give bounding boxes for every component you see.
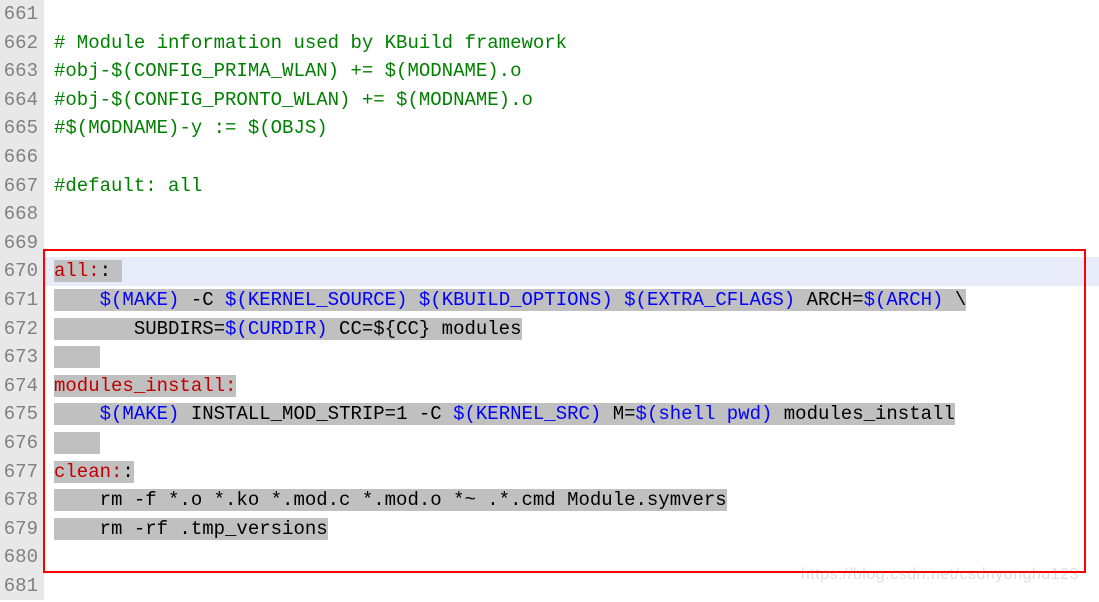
line-number: 679	[2, 515, 38, 544]
line-number: 680	[2, 543, 38, 572]
code-line[interactable]	[54, 0, 1099, 29]
indent	[54, 489, 100, 511]
code-token: $(KBUILD_OPTIONS)	[419, 289, 613, 311]
code-line[interactable]	[54, 229, 1099, 258]
code-line[interactable]: $(MAKE) INSTALL_MOD_STRIP=1 -C $(KERNEL_…	[54, 400, 1099, 429]
line-number: 678	[2, 486, 38, 515]
line-number: 664	[2, 86, 38, 115]
code-token: $(shell pwd)	[636, 403, 773, 425]
line-number: 671	[2, 286, 38, 315]
code-line[interactable]	[54, 343, 1099, 372]
code-line[interactable]: modules_install:	[54, 372, 1099, 401]
code-line[interactable]: SUBDIRS=$(CURDIR) CC=${CC} modules	[54, 315, 1099, 344]
code-token: ARCH=	[795, 289, 863, 311]
line-number-gutter: 6616626636646656666676686696706716726736…	[0, 0, 44, 600]
code-line[interactable]: rm -f *.o *.ko *.mod.c *.mod.o *~ .*.cmd…	[54, 486, 1099, 515]
line-number: 663	[2, 57, 38, 86]
code-token: $(MAKE)	[100, 403, 180, 425]
code-line[interactable]: #obj-$(CONFIG_PRONTO_WLAN) += $(MODNAME)…	[54, 86, 1099, 115]
watermark-text: https://blog.csdn.net/csdnyonghu123	[801, 566, 1079, 584]
code-line[interactable]: #default: all	[54, 172, 1099, 201]
line-number: 674	[2, 372, 38, 401]
code-token: \	[943, 289, 966, 311]
line-number: 667	[2, 172, 38, 201]
code-token: $(CURDIR)	[225, 318, 328, 340]
code-token: INSTALL_MOD_STRIP=1 -C	[179, 403, 453, 425]
code-line[interactable]: clean::	[54, 458, 1099, 487]
code-token: $(ARCH)	[864, 289, 944, 311]
line-number: 669	[2, 229, 38, 258]
code-token: rm -f *.o *.ko *.mod.c *.mod.o *~ .*.cmd…	[100, 489, 727, 511]
indent	[54, 432, 100, 454]
code-token: :	[100, 260, 123, 282]
code-token: $(MAKE)	[100, 289, 180, 311]
line-number: 668	[2, 200, 38, 229]
code-token: all:	[54, 260, 100, 282]
code-token: $(KERNEL_SOURCE)	[225, 289, 407, 311]
code-token: CC=${CC} modules	[328, 318, 522, 340]
code-line[interactable]: rm -rf .tmp_versions	[54, 515, 1099, 544]
code-token: #obj-$(CONFIG_PRIMA_WLAN) += $(MODNAME).…	[54, 60, 521, 82]
line-number: 677	[2, 458, 38, 487]
code-token: rm -rf .tmp_versions	[100, 518, 328, 540]
code-token: #obj-$(CONFIG_PRONTO_WLAN) += $(MODNAME)…	[54, 89, 533, 111]
line-number: 673	[2, 343, 38, 372]
line-number: 661	[2, 0, 38, 29]
code-token	[613, 289, 624, 311]
indent	[54, 518, 100, 540]
code-line[interactable]: # Module information used by KBuild fram…	[54, 29, 1099, 58]
indent	[54, 318, 100, 340]
line-number: 681	[2, 572, 38, 601]
code-line[interactable]: all::	[54, 257, 1099, 286]
code-token: #default: all	[54, 175, 202, 197]
indent	[54, 403, 100, 425]
code-line[interactable]	[54, 429, 1099, 458]
line-number: 670	[2, 257, 38, 286]
line-number: 672	[2, 315, 38, 344]
code-token: -C	[179, 289, 225, 311]
code-line[interactable]: #obj-$(CONFIG_PRIMA_WLAN) += $(MODNAME).…	[54, 57, 1099, 86]
code-line[interactable]: #$(MODNAME)-y := $(OBJS)	[54, 114, 1099, 143]
code-token: #$(MODNAME)-y := $(OBJS)	[54, 117, 328, 139]
code-token: $(EXTRA_CFLAGS)	[624, 289, 795, 311]
code-token: modules_install:	[54, 375, 236, 397]
indent	[54, 289, 100, 311]
code-line[interactable]	[54, 200, 1099, 229]
code-token: clean:	[54, 461, 122, 483]
code-token: SUBDIRS=	[100, 318, 225, 340]
line-number: 665	[2, 114, 38, 143]
line-number: 662	[2, 29, 38, 58]
line-number: 666	[2, 143, 38, 172]
indent	[54, 346, 100, 368]
code-token: M=	[601, 403, 635, 425]
line-number: 675	[2, 400, 38, 429]
line-number: 676	[2, 429, 38, 458]
code-token: $(KERNEL_SRC)	[453, 403, 601, 425]
code-token	[407, 289, 418, 311]
code-token: # Module information used by KBuild fram…	[54, 32, 567, 54]
code-token: modules_install	[772, 403, 954, 425]
code-line[interactable]: $(MAKE) -C $(KERNEL_SOURCE) $(KBUILD_OPT…	[54, 286, 1099, 315]
code-token: :	[122, 461, 133, 483]
code-line[interactable]	[54, 143, 1099, 172]
code-area[interactable]: # Module information used by KBuild fram…	[44, 0, 1099, 600]
code-editor[interactable]: 6616626636646656666676686696706716726736…	[0, 0, 1099, 600]
